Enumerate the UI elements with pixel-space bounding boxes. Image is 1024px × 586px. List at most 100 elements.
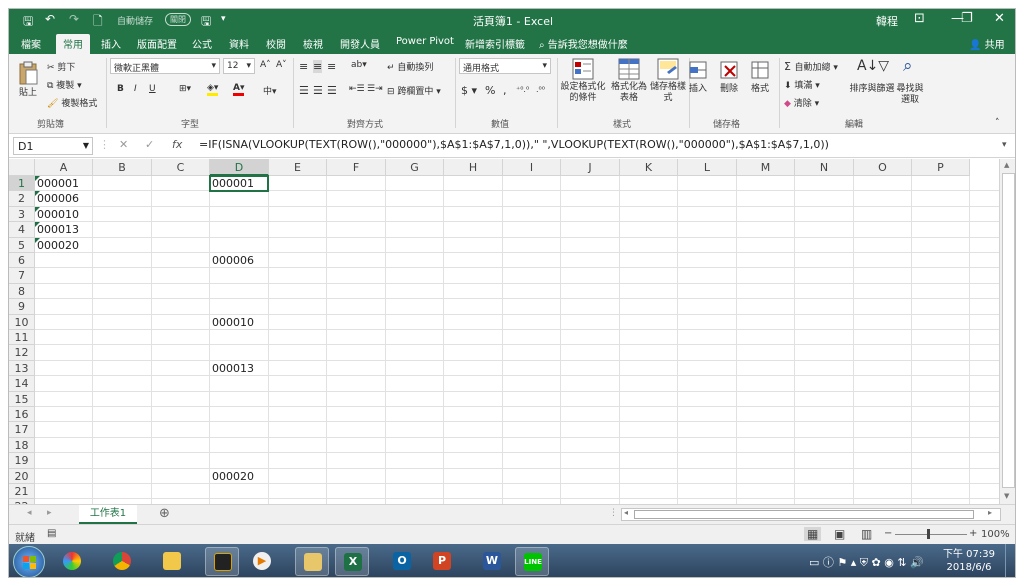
font-color-icon[interactable]: A▾: [233, 83, 245, 96]
select-all-corner[interactable]: [9, 159, 35, 176]
increase-decimal-icon[interactable]: ⁺⁰.⁰: [516, 85, 529, 94]
tab-insert[interactable]: 插入: [101, 36, 121, 51]
row-header-19[interactable]: 19: [9, 453, 35, 469]
column-header-g[interactable]: G: [386, 159, 444, 176]
tab-power-pivot[interactable]: Power Pivot: [396, 36, 454, 47]
comma-button[interactable]: ,: [503, 84, 507, 97]
row-header-3[interactable]: 3: [9, 206, 35, 223]
column-header-i[interactable]: I: [503, 159, 561, 176]
page-break-view-icon[interactable]: ▥: [861, 527, 872, 541]
column-header-o[interactable]: O: [854, 159, 912, 176]
copy-button[interactable]: ⧉ 複製 ▾: [47, 78, 82, 91]
row-header-7[interactable]: 7: [9, 268, 35, 284]
expand-formula-icon[interactable]: ▾: [1002, 140, 1007, 150]
add-sheet-icon[interactable]: ⊕: [159, 506, 170, 521]
shrink-font-button[interactable]: A˅: [276, 60, 287, 70]
tray-icons[interactable]: ▭ ⓘ ⚑ ▴ ⛨ ✿ ◉ ⇅ 🔊: [809, 554, 924, 570]
error-indicator-icon[interactable]: [35, 237, 40, 243]
column-header-f[interactable]: F: [327, 159, 386, 176]
taskbar-app-dark[interactable]: [205, 547, 239, 576]
macro-record-icon[interactable]: ▤: [47, 528, 56, 539]
row-header-6[interactable]: 6: [9, 253, 35, 269]
column-header-h[interactable]: H: [444, 159, 503, 176]
underline-button[interactable]: U: [149, 84, 156, 94]
sheet-tab-1[interactable]: 工作表1: [79, 505, 137, 524]
row-header-8[interactable]: 8: [9, 283, 35, 300]
top-align-icon[interactable]: ≡: [299, 60, 308, 73]
wrap-text-button[interactable]: ↵ 自動換列: [387, 60, 433, 73]
error-indicator-icon[interactable]: [35, 206, 40, 212]
zoom-slider-thumb[interactable]: [927, 529, 930, 539]
number-format-dropdown[interactable]: 通用格式 ▾: [459, 58, 551, 74]
scroll-down-icon[interactable]: ▼: [1004, 492, 1009, 500]
taskbar-chrome[interactable]: [105, 547, 139, 576]
column-header-b[interactable]: B: [93, 159, 152, 176]
row-header-21[interactable]: 21: [9, 484, 35, 500]
taskbar-explorer[interactable]: [295, 547, 329, 576]
page-layout-view-icon[interactable]: ▣: [834, 527, 845, 541]
taskbar-file-explorer-stack[interactable]: [155, 547, 189, 576]
zoom-in-icon[interactable]: +: [969, 528, 977, 539]
zoom-slider[interactable]: [895, 534, 967, 535]
vertical-scrollbar[interactable]: ▲ ▼: [999, 159, 1015, 504]
row-header-17[interactable]: 17: [9, 422, 35, 438]
align-right-icon[interactable]: ☰: [327, 84, 337, 97]
conditional-format-button[interactable]: 設定格式化的條件: [559, 82, 607, 104]
column-header-l[interactable]: L: [678, 159, 737, 176]
sort-filter-icon[interactable]: A↓▽: [857, 58, 889, 74]
tab-review[interactable]: 校閱: [266, 36, 286, 51]
grow-font-button[interactable]: A˄: [260, 60, 271, 70]
format-painter-button[interactable]: 🖌 複製格式: [47, 96, 97, 109]
column-header-n[interactable]: N: [795, 159, 854, 176]
share-button[interactable]: 👤 共用: [969, 36, 1005, 51]
percent-button[interactable]: %: [485, 84, 495, 97]
decrease-indent-icon[interactable]: ⇤☰: [349, 84, 365, 94]
tab-view[interactable]: 檢視: [303, 36, 323, 51]
border-icon[interactable]: ⊞▾: [179, 84, 191, 94]
tab-developer[interactable]: 開發人員: [340, 36, 380, 51]
find-select-button[interactable]: 尋找與選取: [893, 84, 927, 106]
taskbar-line[interactable]: LINE: [515, 547, 549, 576]
start-button[interactable]: [13, 546, 45, 577]
increase-indent-icon[interactable]: ☰⇥: [367, 84, 383, 94]
next-sheet-icon[interactable]: ▸: [47, 508, 52, 518]
cut-button[interactable]: ✂ 剪下: [47, 60, 75, 73]
enter-icon[interactable]: ✓: [145, 138, 154, 151]
align-left-icon[interactable]: ☰: [299, 84, 309, 97]
merge-center-button[interactable]: ⊟ 跨欄置中 ▾: [387, 84, 441, 97]
spreadsheet-grid[interactable]: ABCDEFGHIJKLMNOP 1 2 3 4 5 6 7 8 9 10 11 12 13 14 15 16…: [9, 159, 1015, 504]
row-header-11[interactable]: 11: [9, 330, 35, 346]
row-header-2[interactable]: 2: [9, 191, 35, 207]
row-header-1[interactable]: 1: [9, 176, 35, 192]
collapse-ribbon-icon[interactable]: ˄: [995, 118, 1000, 128]
column-header-c[interactable]: C: [152, 159, 210, 176]
zoom-out-icon[interactable]: −: [884, 528, 892, 539]
column-header-d[interactable]: D: [210, 159, 269, 176]
insert-function-button[interactable]: fx: [172, 138, 182, 151]
sort-filter-button[interactable]: 排序與篩選: [847, 84, 897, 95]
cell-d6[interactable]: 000006: [210, 253, 254, 268]
scroll-right-icon[interactable]: ▸: [988, 508, 992, 517]
row-header-12[interactable]: 12: [9, 345, 35, 361]
find-icon[interactable]: ⌕: [903, 56, 913, 76]
cancel-icon[interactable]: ✕: [119, 138, 128, 151]
orientation-icon[interactable]: ab▾: [351, 60, 367, 70]
formula-input[interactable]: =IF(ISNA(VLOOKUP(TEXT(ROW(),"000000"),$A…: [199, 138, 829, 151]
cell-d13[interactable]: 000013: [210, 361, 254, 376]
show-desktop-button[interactable]: [1005, 544, 1015, 577]
taskbar-outlook[interactable]: O: [385, 547, 419, 576]
taskbar-excel[interactable]: X: [335, 547, 369, 576]
decrease-decimal-icon[interactable]: .⁰⁰: [536, 85, 545, 94]
row-header-10[interactable]: 10: [9, 314, 35, 330]
bottom-align-icon[interactable]: ≡: [327, 60, 336, 73]
column-header-p[interactable]: P: [912, 159, 970, 176]
row-header-16[interactable]: 16: [9, 407, 35, 423]
restore-button[interactable]: ❐: [961, 11, 973, 26]
fill-color-icon[interactable]: ◈▾: [207, 83, 219, 96]
taskbar-word[interactable]: W: [475, 547, 509, 576]
scroll-thumb[interactable]: [1002, 173, 1015, 488]
error-indicator-icon[interactable]: [35, 191, 40, 197]
row-header-18[interactable]: 18: [9, 437, 35, 454]
close-button[interactable]: ✕: [994, 11, 1005, 26]
currency-button[interactable]: $ ▾: [461, 84, 477, 97]
